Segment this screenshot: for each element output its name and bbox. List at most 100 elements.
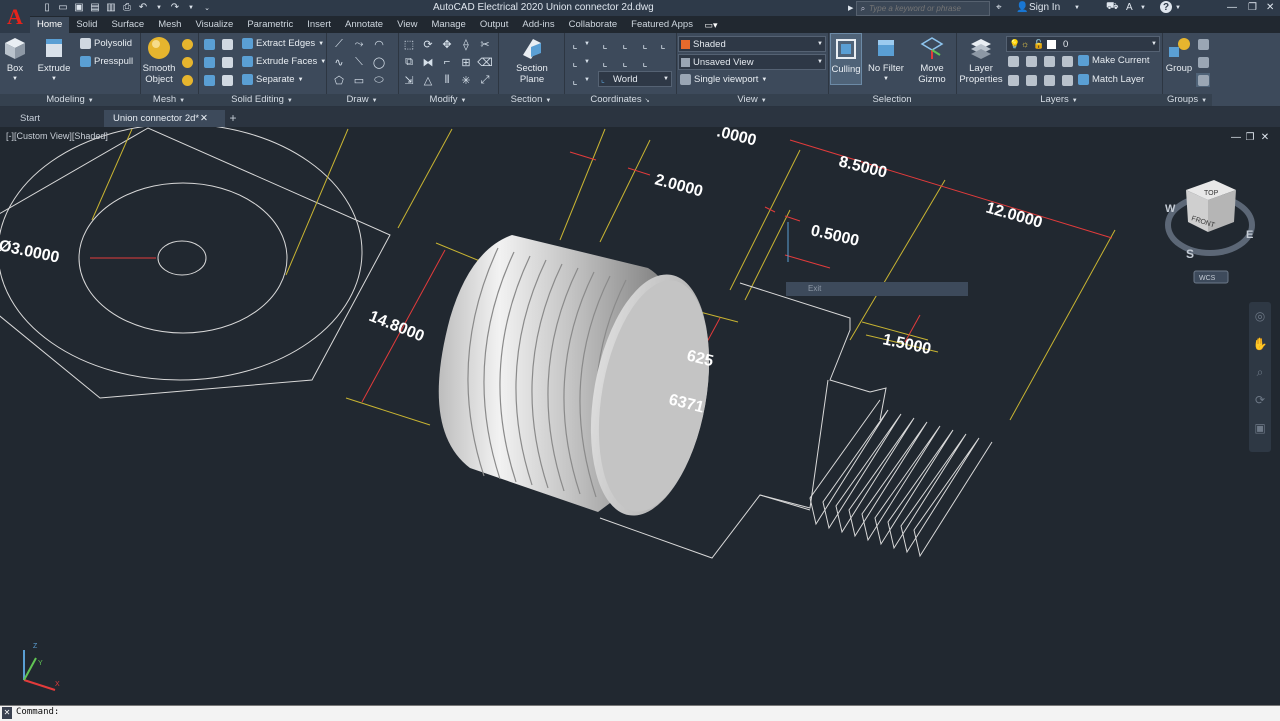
layers-panel-title[interactable]: Layers ▼ bbox=[956, 94, 1162, 106]
scale-icon[interactable]: ⤢ bbox=[478, 73, 492, 87]
viewport-minimize-icon[interactable]: — bbox=[1230, 131, 1242, 143]
interfere-icon[interactable] bbox=[220, 55, 234, 69]
extrude-faces-button[interactable]: Extrude Faces ▼ bbox=[242, 56, 326, 67]
new-tab-icon[interactable]: + bbox=[226, 110, 240, 127]
ucs-named-dropdown-icon[interactable]: ▼ bbox=[580, 55, 594, 69]
viewport-restore-icon[interactable]: ❐ bbox=[1244, 131, 1256, 143]
open-file-icon[interactable]: ▭ bbox=[56, 1, 70, 14]
wcs-label[interactable]: WCS bbox=[1199, 275, 1216, 282]
ucs-y-icon[interactable]: ⌞ bbox=[618, 55, 632, 69]
viewcube-top[interactable]: TOP bbox=[1204, 190, 1219, 197]
layer-properties-button[interactable]: Layer Properties bbox=[958, 35, 1004, 85]
tab-output[interactable]: Output bbox=[473, 17, 516, 33]
mirror-icon[interactable]: ⧓ bbox=[421, 55, 435, 69]
box-button[interactable]: Box ▼ bbox=[3, 35, 27, 85]
command-prompt[interactable]: Command: bbox=[16, 707, 59, 717]
group-edit-icon[interactable] bbox=[1196, 55, 1210, 69]
viewcube[interactable]: TOP FRONT W E S WCS bbox=[1165, 180, 1255, 284]
command-line[interactable]: ✕ Command: bbox=[0, 705, 1280, 721]
close-tab-icon[interactable]: ✕ bbox=[200, 110, 208, 127]
tab-home[interactable]: Home bbox=[30, 17, 70, 33]
spline-icon[interactable]: ∿ bbox=[332, 55, 346, 69]
compass-east[interactable]: E bbox=[1246, 229, 1253, 241]
move-gizmo-button[interactable]: Move Gizmo bbox=[914, 35, 950, 85]
maximize-icon[interactable]: ❐ bbox=[1248, 1, 1257, 14]
groups-panel-title[interactable]: Groups ▼ bbox=[1162, 94, 1212, 106]
customize-toolbar-icon[interactable]: ⌄ bbox=[200, 1, 214, 14]
close-icon[interactable]: ✕ bbox=[1266, 1, 1274, 14]
tab-mesh[interactable]: Mesh bbox=[151, 17, 188, 33]
print-icon[interactable]: ⎙ bbox=[120, 1, 134, 14]
section-panel-title[interactable]: Section ▼ bbox=[498, 94, 564, 106]
group-button[interactable]: Group bbox=[1164, 35, 1194, 74]
stretch-icon[interactable]: ⇲ bbox=[402, 73, 416, 87]
layer-unisolate-icon[interactable] bbox=[1024, 73, 1038, 87]
layer-thaw-icon[interactable] bbox=[1042, 73, 1056, 87]
erase-icon[interactable]: ⌫ bbox=[477, 55, 493, 69]
ungroup-icon[interactable] bbox=[1196, 37, 1210, 51]
line-icon[interactable]: ⟋ bbox=[332, 37, 346, 51]
layer-unlock-icon[interactable] bbox=[1060, 73, 1074, 87]
match-layer-button[interactable]: Match Layer bbox=[1078, 74, 1144, 85]
extrude-button[interactable]: Extrude ▼ bbox=[36, 35, 72, 85]
ellipse-icon[interactable]: ⬭ bbox=[372, 73, 386, 87]
zoom-icon[interactable]: ⌕ bbox=[1249, 358, 1271, 386]
ucs-dropdown-icon[interactable]: ▼ bbox=[580, 37, 594, 51]
align-icon[interactable]: ⟠ bbox=[459, 37, 473, 51]
tab-featured-apps[interactable]: Featured Apps bbox=[624, 17, 700, 33]
undo-dropdown-icon[interactable]: ▼ bbox=[152, 1, 166, 14]
viewport-close-icon[interactable]: ✕ bbox=[1259, 131, 1271, 143]
viewport-config-button[interactable]: Single viewport ▼ bbox=[680, 74, 767, 85]
ucs-object-dropdown-icon[interactable]: ▼ bbox=[580, 73, 594, 87]
ucs-3point-icon[interactable]: ⌞ bbox=[618, 37, 632, 51]
tab-add-ins[interactable]: Add-ins bbox=[515, 17, 561, 33]
search-arrow-icon[interactable]: ▶ bbox=[848, 1, 853, 14]
layer-off-icon[interactable] bbox=[1006, 54, 1020, 68]
polygon-icon[interactable]: ⬠ bbox=[332, 73, 346, 87]
autodesk-app-icon[interactable]: A bbox=[1126, 1, 1133, 14]
solid-editing-panel-title[interactable]: Solid Editing ▼ bbox=[198, 94, 326, 106]
separate-button[interactable]: Separate ▼ bbox=[242, 74, 304, 85]
copy-icon[interactable]: ⧉ bbox=[402, 55, 416, 69]
offset-icon[interactable]: ⫴ bbox=[440, 73, 454, 87]
section-plane-button[interactable]: Section Plane bbox=[510, 35, 554, 85]
extract-edges-button[interactable]: Extract Edges ▼ bbox=[242, 38, 324, 49]
application-menu-button[interactable]: A bbox=[0, 0, 30, 34]
minimize-icon[interactable]: — bbox=[1227, 1, 1237, 14]
app-dropdown-icon[interactable]: ▼ bbox=[1140, 1, 1146, 14]
group-selection-icon[interactable] bbox=[1196, 73, 1210, 87]
tab-manage[interactable]: Manage bbox=[424, 17, 472, 33]
help-dropdown-icon[interactable]: ▼ bbox=[1175, 1, 1181, 14]
construction-line-icon[interactable]: ⟍ bbox=[352, 55, 366, 69]
tab-solid[interactable]: Solid bbox=[69, 17, 104, 33]
warning-icon[interactable]: △ bbox=[421, 73, 435, 87]
redo-icon[interactable]: ↷ bbox=[168, 1, 182, 14]
select-icon[interactable]: ⬚ bbox=[402, 37, 416, 51]
compass-south[interactable]: S bbox=[1186, 247, 1194, 261]
coordinates-panel-title[interactable]: Coordinates ↘ bbox=[564, 94, 676, 106]
ucs-world-combo[interactable]: ⌞ World ▼ bbox=[598, 71, 672, 87]
mesh-panel-title[interactable]: Mesh ▼ bbox=[140, 94, 198, 106]
circle-icon[interactable]: ◯ bbox=[372, 55, 386, 69]
tab-view[interactable]: View bbox=[390, 17, 424, 33]
tab-insert[interactable]: Insert bbox=[300, 17, 338, 33]
ucs-view-icon[interactable]: ⌞ bbox=[656, 37, 670, 51]
steering-wheel-icon[interactable]: ◎ bbox=[1249, 302, 1271, 330]
help-icon[interactable]: ? bbox=[1160, 1, 1172, 13]
tab-annotate[interactable]: Annotate bbox=[338, 17, 390, 33]
web-mobile-icon[interactable]: ▥ bbox=[104, 1, 118, 14]
arc-icon[interactable]: ◠ bbox=[372, 37, 386, 51]
visual-style-combo[interactable]: Shaded ▼ bbox=[678, 36, 826, 52]
culling-button[interactable]: Culling bbox=[830, 33, 862, 85]
move-icon[interactable]: ✥ bbox=[440, 37, 454, 51]
ucs-z-icon[interactable]: ⌞ bbox=[638, 55, 652, 69]
view-panel-title[interactable]: View ▼ bbox=[676, 94, 828, 106]
layer-lock-btn-icon[interactable] bbox=[1060, 54, 1074, 68]
search-box[interactable]: ⌕ bbox=[856, 1, 990, 16]
tab-visualize[interactable]: Visualize bbox=[188, 17, 240, 33]
union-icon[interactable] bbox=[202, 37, 216, 51]
compass-west[interactable]: W bbox=[1165, 203, 1176, 215]
drawing-tab-union-connector[interactable]: Union connector 2d* ✕ bbox=[104, 110, 225, 127]
modeling-panel-title[interactable]: Modeling ▼ bbox=[0, 94, 140, 106]
orbit-icon[interactable]: ⟳ bbox=[1249, 386, 1271, 414]
